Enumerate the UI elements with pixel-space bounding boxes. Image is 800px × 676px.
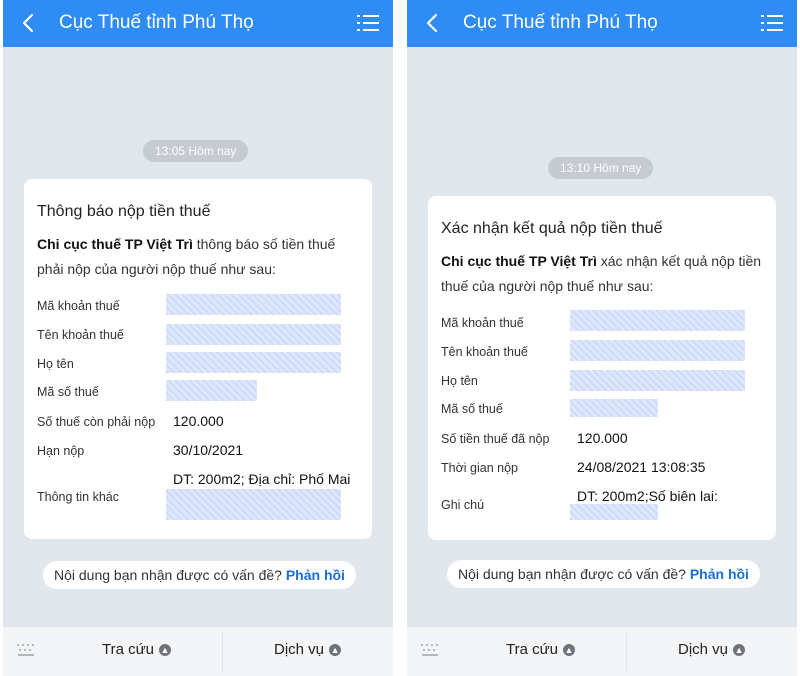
row-value: 120.000 (173, 413, 224, 429)
tab-label: Dịch vụ (678, 641, 729, 658)
row-label: Số thuế còn phải nộp (37, 415, 156, 429)
row-label: Mã khoản thuế (37, 299, 120, 313)
keyboard-icon[interactable] (15, 641, 37, 659)
row-label: Số tiền thuế đã nộp (441, 432, 550, 446)
row-label: Ghi chú (441, 498, 485, 512)
chevron-up-circle-icon: ▲ (159, 644, 171, 657)
chevron-up-circle-icon: ▲ (733, 644, 746, 657)
redacted-value (166, 294, 341, 315)
row-label: Họ tên (37, 357, 74, 371)
tab-tra-cuu[interactable]: Tra cứu ▲ (506, 641, 575, 658)
back-icon[interactable] (423, 13, 443, 33)
row-value: DT: 200m2; Địa chỉ: Phố Mai (173, 471, 351, 487)
row-label: Tên khoản thuế (441, 345, 528, 359)
list-menu-icon[interactable] (761, 14, 783, 32)
header-bar: Cục Thuế tỉnh Phú Thọ (3, 0, 393, 47)
feedback-text: Nội dung bạn nhận được có vấn đề? (458, 566, 686, 582)
redacted-value (166, 380, 257, 401)
tab-tra-cuu[interactable]: Tra cứu ▲ (102, 641, 171, 658)
card-intro: Chi cục thuế TP Việt Trì xác nhận kết qu… (441, 249, 767, 299)
row-label: Họ tên (441, 374, 478, 388)
row-label: Mã số thuế (441, 402, 503, 416)
message-timestamp: 13:05 Hôm nay (143, 140, 249, 162)
redacted-value (570, 399, 658, 417)
tab-dich-vu[interactable]: Dịch vụ ▲ (678, 641, 746, 658)
tab-dich-vu[interactable]: Dịch vụ ▲ (274, 641, 342, 658)
row-value: 120.000 (577, 430, 628, 446)
back-icon[interactable] (19, 13, 39, 33)
page-title: Cục Thuế tỉnh Phú Thọ (463, 12, 658, 33)
feedback-link[interactable]: Phản hồi (690, 566, 749, 582)
phone-screen-left: Cục Thuế tỉnh Phú Thọ 13:05 Hôm nay Thôn… (3, 0, 393, 676)
chevron-up-circle-icon: ▲ (563, 644, 575, 657)
redacted-value (570, 340, 745, 361)
tab-label: Tra cứu (506, 641, 558, 658)
row-label: Hạn nộp (37, 444, 85, 458)
tax-notice-card: Thông báo nộp tiền thuế Chi cục thuế TP … (24, 179, 372, 539)
message-timestamp: 13:10 Hôm nay (548, 157, 654, 179)
intro-sender: Chi cục thuế TP Việt Trì (37, 236, 193, 252)
card-intro: Chi cục thuế TP Việt Trì thông báo số ti… (37, 232, 363, 282)
redacted-value (166, 352, 341, 373)
feedback-link[interactable]: Phản hồi (286, 567, 345, 583)
tax-confirmation-card: Xác nhận kết quả nộp tiền thuế Chi cục t… (428, 196, 776, 540)
bottom-bar: Tra cứu ▲ Dịch vụ ▲ (3, 626, 393, 676)
intro-sender: Chi cục thuế TP Việt Trì (441, 253, 597, 269)
redacted-value (166, 324, 341, 345)
feedback-prompt: Nội dung bạn nhận được có vấn đề? Phản h… (447, 560, 760, 588)
row-value: DT: 200m2;Số biên lai: (577, 488, 718, 504)
card-title: Xác nhận kết quả nộp tiền thuế (441, 220, 663, 237)
feedback-prompt: Nội dung bạn nhận được có vấn đề? Phản h… (43, 561, 356, 589)
row-label: Mã khoản thuế (441, 316, 524, 330)
row-value: 24/08/2021 13:08:35 (577, 459, 706, 475)
phone-screen-right: Cục Thuế tỉnh Phú Thọ 13:10 Hôm nay Xác … (407, 0, 797, 676)
header-bar: Cục Thuế tỉnh Phú Thọ (407, 0, 797, 47)
keyboard-icon[interactable] (419, 641, 441, 659)
redacted-value (570, 504, 658, 520)
tab-divider (626, 633, 627, 671)
redacted-value (570, 310, 745, 331)
tab-label: Tra cứu (102, 641, 154, 658)
row-value: 30/10/2021 (173, 442, 244, 458)
bottom-bar: Tra cứu ▲ Dịch vụ ▲ (407, 626, 797, 676)
feedback-text: Nội dung bạn nhận được có vấn đề? (54, 567, 282, 583)
redacted-value (166, 489, 341, 520)
chevron-up-circle-icon: ▲ (329, 644, 342, 657)
tab-label: Dịch vụ (274, 641, 325, 658)
page-title: Cục Thuế tỉnh Phú Thọ (59, 12, 254, 33)
card-title: Thông báo nộp tiền thuế (37, 203, 211, 220)
row-label: Thông tin khác (37, 490, 119, 504)
row-label: Thời gian nộp (441, 461, 518, 475)
row-label: Tên khoản thuế (37, 328, 124, 342)
row-label: Mã số thuế (37, 385, 99, 399)
redacted-value (570, 370, 745, 391)
tab-divider (222, 633, 223, 671)
list-menu-icon[interactable] (357, 14, 379, 32)
